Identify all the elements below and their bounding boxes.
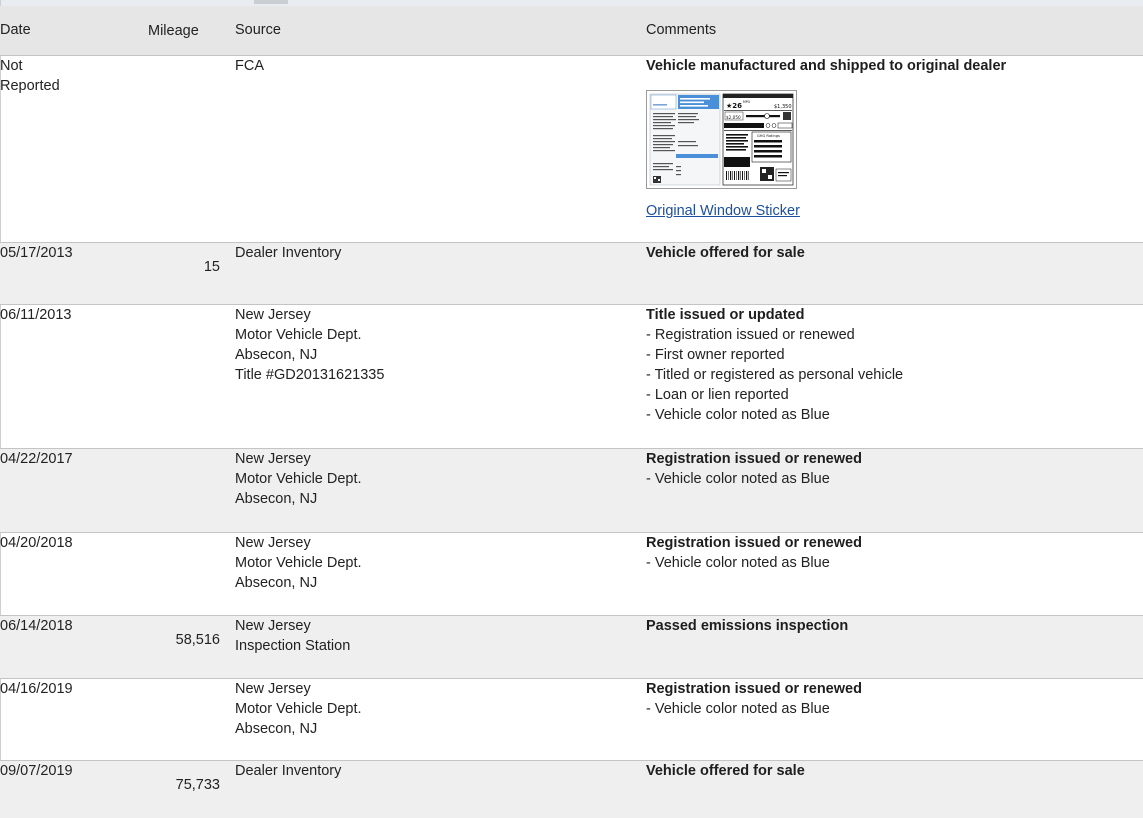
date-cell: Not Reported: [0, 55, 235, 242]
svg-text:GHG Ratings: GHG Ratings: [757, 134, 780, 138]
comments-column-header: Comments: [646, 22, 717, 39]
table-header: Date Mileage Source Comments: [0, 6, 1143, 55]
comment-title: Registration issued or renewed: [646, 680, 862, 697]
source-column-header: Source: [235, 22, 281, 39]
source-line: Motor Vehicle Dept.: [235, 326, 362, 343]
comment-item: - Registration issued or renewed: [646, 326, 855, 343]
source-line: FCA: [235, 57, 264, 74]
source-line: New Jersey: [235, 617, 311, 634]
source-line: New Jersey: [235, 306, 311, 323]
comment-title: Passed emissions inspection: [646, 617, 849, 634]
record-date: 04/16/2019: [0, 680, 73, 697]
date-cell: 06/11/2013: [0, 304, 235, 448]
source-line: Dealer Inventory: [235, 244, 342, 261]
window-sticker-thumbnail[interactable]: ★26 MPG $1,350 $2,050 GHG Ratings: [646, 89, 797, 189]
source-line: New Jersey: [235, 680, 311, 697]
date-cell: 06/14/2018 58,516: [0, 615, 235, 678]
record-date: 04/22/2017: [0, 450, 73, 467]
comment-item: - Vehicle color noted as Blue: [646, 700, 830, 717]
source-cell: New Jersey Motor Vehicle Dept. Absecon, …: [235, 532, 646, 615]
date-column-header: Date Mileage: [0, 6, 235, 55]
comment-item: - Vehicle color noted as Blue: [646, 470, 830, 487]
comment-title: Title issued or updated: [646, 306, 805, 323]
svg-text:★26: ★26: [726, 102, 742, 110]
comment-item: - Loan or lien reported: [646, 386, 789, 403]
source-line: New Jersey: [235, 450, 311, 467]
source-line: Dealer Inventory: [235, 762, 342, 779]
comment-title: Vehicle offered for sale: [646, 762, 805, 779]
vehicle-history-table: Date Mileage Source Comments Not Reporte…: [0, 6, 1143, 818]
source-line: Absecon, NJ: [235, 490, 318, 507]
comment-title: Registration issued or renewed: [646, 450, 862, 467]
date-cell: 04/16/2019: [0, 678, 235, 760]
comments-cell: Registration issued or renewed - Vehicle…: [646, 678, 1143, 760]
comments-cell: Vehicle manufactured and shipped to orig…: [646, 55, 1143, 242]
source-line: New Jersey: [235, 534, 311, 551]
comment-item: - Titled or registered as personal vehic…: [646, 366, 904, 383]
comments-cell: Passed emissions inspection: [646, 615, 1143, 678]
comments-cell: Title issued or updated - Registration i…: [646, 304, 1143, 448]
table-row: 06/11/2013 New Jersey Motor Vehicle Dept…: [0, 304, 1143, 448]
source-line: Absecon, NJ: [235, 720, 318, 737]
table-row: 05/17/2013 15 Dealer Inventory Vehicle o…: [0, 242, 1143, 304]
source-line: Motor Vehicle Dept.: [235, 554, 362, 571]
comments-cell: Registration issued or renewed - Vehicle…: [646, 448, 1143, 532]
table-row: 06/14/2018 58,516 New Jersey Inspection …: [0, 615, 1143, 678]
svg-text:$1,350: $1,350: [774, 104, 792, 110]
source-line: Inspection Station: [235, 637, 351, 654]
record-date: 06/11/2013: [0, 306, 72, 323]
comment-item: - Vehicle color noted as Blue: [646, 406, 830, 423]
date-header-label: Date: [0, 22, 31, 39]
comments-cell: Registration issued or renewed - Vehicle…: [646, 532, 1143, 615]
table-row: Not Reported FCA Vehicle manufactured an…: [0, 55, 1143, 242]
source-line: Absecon, NJ: [235, 574, 318, 591]
comment-title: Registration issued or renewed: [646, 534, 862, 551]
date-cell: 04/22/2017: [0, 448, 235, 532]
source-cell: New Jersey Inspection Station: [235, 615, 646, 678]
source-line: Absecon, NJ: [235, 346, 318, 363]
record-date: Not Reported: [0, 57, 60, 94]
header-row: Date Mileage Source Comments: [0, 6, 1143, 55]
record-mileage: 15: [203, 258, 220, 275]
comment-item: - Vehicle color noted as Blue: [646, 554, 830, 571]
comment-title: Vehicle manufactured and shipped to orig…: [646, 57, 1007, 74]
source-cell: New Jersey Motor Vehicle Dept. Absecon, …: [235, 304, 646, 448]
top-strip-tab: [254, 0, 288, 4]
table-row: 09/07/2019 75,733 Dealer Inventory Vehic…: [0, 760, 1143, 818]
source-cell: New Jersey Motor Vehicle Dept. Absecon, …: [235, 678, 646, 760]
comments-cell: Vehicle offered for sale: [646, 760, 1143, 818]
source-cell: Dealer Inventory: [235, 242, 646, 304]
comment-item: - First owner reported: [646, 346, 785, 363]
mileage-column-header: Mileage: [148, 22, 199, 39]
table-row: 04/16/2019 New Jersey Motor Vehicle Dept…: [0, 678, 1143, 760]
comment-title: Vehicle offered for sale: [646, 244, 805, 261]
source-cell: Dealer Inventory: [235, 760, 646, 818]
record-mileage: 75,733: [175, 776, 220, 793]
date-cell: 04/20/2018: [0, 532, 235, 615]
table-body: Not Reported FCA Vehicle manufactured an…: [0, 55, 1143, 818]
table-row: 04/20/2018 New Jersey Motor Vehicle Dept…: [0, 532, 1143, 615]
svg-text:MPG: MPG: [743, 100, 751, 104]
source-cell: New Jersey Motor Vehicle Dept. Absecon, …: [235, 448, 646, 532]
record-date: 04/20/2018: [0, 534, 73, 551]
svg-text:$2,050: $2,050: [726, 115, 741, 120]
record-mileage: 58,516: [175, 631, 220, 648]
source-cell: FCA: [235, 55, 646, 242]
source-line: Title #GD20131621335: [235, 366, 385, 383]
original-window-sticker-link[interactable]: Original Window Sticker: [646, 201, 800, 221]
comments-cell: Vehicle offered for sale: [646, 242, 1143, 304]
table-row: 04/22/2017 New Jersey Motor Vehicle Dept…: [0, 448, 1143, 532]
source-line: Motor Vehicle Dept.: [235, 470, 362, 487]
date-cell: 09/07/2019 75,733: [0, 760, 235, 818]
date-cell: 05/17/2013 15: [0, 242, 235, 304]
source-line: Motor Vehicle Dept.: [235, 700, 362, 717]
